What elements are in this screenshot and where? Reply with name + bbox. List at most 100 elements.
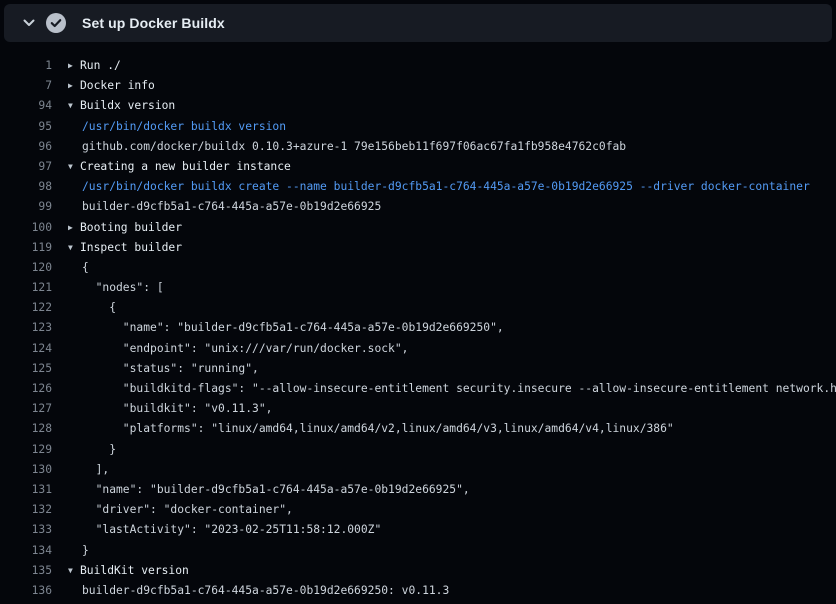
line-number[interactable]: 120 [0,258,52,278]
log-text: { [52,258,836,278]
step-title: Set up Docker Buildx [82,15,225,31]
chevron-right-icon[interactable]: ▶ [68,56,80,76]
group-title: Creating a new builder instance [80,160,291,173]
line-number[interactable]: 96 [0,137,52,157]
log-text: "driver": "docker-container", [52,500,836,520]
log-line: 131 "name": "builder-d9cfb5a1-c764-445a-… [0,480,836,500]
log-line: 7▶Docker info [0,76,836,96]
line-number[interactable]: 126 [0,379,52,399]
log-line: 136builder-d9cfb5a1-c764-445a-a57e-0b19d… [0,581,836,601]
log-text: "name": "builder-d9cfb5a1-c764-445a-a57e… [52,480,836,500]
log-text: } [52,440,836,460]
log-line: 94▼Buildx version [0,96,836,116]
line-number[interactable]: 1 [0,56,52,76]
log-line: 128 "platforms": "linux/amd64,linux/amd6… [0,419,836,439]
chevron-down-icon[interactable]: ▼ [68,157,80,177]
line-number[interactable]: 127 [0,399,52,419]
log-text: { [52,298,836,318]
line-number[interactable]: 129 [0,440,52,460]
log-text: /usr/bin/docker buildx version [52,117,836,137]
log-line: 130 ], [0,460,836,480]
log-line: 100▶Booting builder [0,218,836,238]
log-text: "status": "running", [52,359,836,379]
line-number[interactable]: 98 [0,177,52,197]
log-line: 125 "status": "running", [0,359,836,379]
log-text: builder-d9cfb5a1-c764-445a-a57e-0b19d2e6… [52,197,836,217]
log-line: 121 "nodes": [ [0,278,836,298]
group-title: Docker info [80,79,155,92]
group-title: Inspect builder [80,241,182,254]
line-number[interactable]: 136 [0,581,52,601]
log-line: 127 "buildkit": "v0.11.3", [0,399,836,419]
line-number[interactable]: 125 [0,359,52,379]
log-text: "name": "builder-d9cfb5a1-c764-445a-a57e… [52,318,836,338]
line-number[interactable]: 135 [0,561,52,581]
line-number[interactable]: 134 [0,541,52,561]
log-group-header[interactable]: ▶Booting builder [52,218,836,238]
line-number[interactable]: 124 [0,339,52,359]
log-line: 129 } [0,440,836,460]
log-line: 124 "endpoint": "unix:///var/run/docker.… [0,339,836,359]
log-line: 119▼Inspect builder [0,238,836,258]
chevron-down-icon[interactable]: ▼ [68,238,80,258]
line-number[interactable]: 122 [0,298,52,318]
log-text: "platforms": "linux/amd64,linux/amd64/v2… [52,419,836,439]
chevron-down-icon[interactable] [22,16,36,30]
group-title: Run ./ [80,59,121,72]
line-number[interactable]: 121 [0,278,52,298]
log-text: builder-d9cfb5a1-c764-445a-a57e-0b19d2e6… [52,581,836,601]
log-line: 95/usr/bin/docker buildx version [0,117,836,137]
group-title: Buildx version [80,99,175,112]
group-title: Booting builder [80,221,182,234]
log-text: /usr/bin/docker buildx create --name bui… [52,177,836,197]
line-number[interactable]: 95 [0,117,52,137]
log-group-header[interactable]: ▼Buildx version [52,96,836,116]
log-text: } [52,541,836,561]
check-circle-icon [46,13,66,33]
log-text: "lastActivity": "2023-02-25T11:58:12.000… [52,520,836,540]
chevron-right-icon[interactable]: ▶ [68,218,80,238]
log-group-header[interactable]: ▶Run ./ [52,56,836,76]
line-number[interactable]: 94 [0,96,52,116]
line-number[interactable]: 131 [0,480,52,500]
log-area: 1▶Run ./7▶Docker info94▼Buildx version95… [0,42,836,604]
log-line: 132 "driver": "docker-container", [0,500,836,520]
line-number[interactable]: 97 [0,157,52,177]
group-title: BuildKit version [80,564,189,577]
chevron-down-icon[interactable]: ▼ [68,561,80,581]
log-text: "buildkit": "v0.11.3", [52,399,836,419]
log-text: ], [52,460,836,480]
line-number[interactable]: 128 [0,419,52,439]
log-line: 120{ [0,258,836,278]
line-number[interactable]: 133 [0,520,52,540]
line-number[interactable]: 132 [0,500,52,520]
line-number[interactable]: 100 [0,218,52,238]
chevron-right-icon[interactable]: ▶ [68,76,80,96]
log-line: 1▶Run ./ [0,56,836,76]
log-text: "nodes": [ [52,278,836,298]
log-line: 135▼BuildKit version [0,561,836,581]
log-line: 134} [0,541,836,561]
log-text: "endpoint": "unix:///var/run/docker.sock… [52,339,836,359]
log-line: 133 "lastActivity": "2023-02-25T11:58:12… [0,520,836,540]
line-number[interactable]: 119 [0,238,52,258]
line-number[interactable]: 123 [0,318,52,338]
log-group-header[interactable]: ▼Inspect builder [52,238,836,258]
log-line: 126 "buildkitd-flags": "--allow-insecure… [0,379,836,399]
log-text: github.com/docker/buildx 0.10.3+azure-1 … [52,137,836,157]
log-line: 97▼Creating a new builder instance [0,157,836,177]
line-number[interactable]: 7 [0,76,52,96]
step-header[interactable]: Set up Docker Buildx [4,4,832,42]
log-text: "buildkitd-flags": "--allow-insecure-ent… [52,379,836,399]
log-line: 123 "name": "builder-d9cfb5a1-c764-445a-… [0,318,836,338]
line-number[interactable]: 99 [0,197,52,217]
line-number[interactable]: 130 [0,460,52,480]
log-line: 122 { [0,298,836,318]
log-group-header[interactable]: ▼Creating a new builder instance [52,157,836,177]
log-line: 99builder-d9cfb5a1-c764-445a-a57e-0b19d2… [0,197,836,217]
log-line: 98/usr/bin/docker buildx create --name b… [0,177,836,197]
chevron-down-icon[interactable]: ▼ [68,96,80,116]
log-line: 96github.com/docker/buildx 0.10.3+azure-… [0,137,836,157]
log-group-header[interactable]: ▼BuildKit version [52,561,836,581]
log-group-header[interactable]: ▶Docker info [52,76,836,96]
